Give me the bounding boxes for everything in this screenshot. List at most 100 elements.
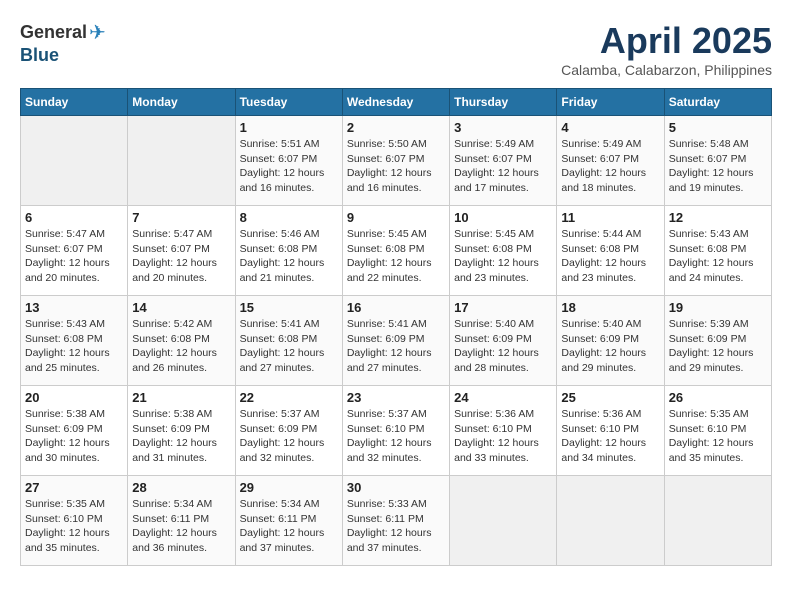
calendar-cell	[21, 116, 128, 206]
calendar-cell: 25 Sunrise: 5:36 AM Sunset: 6:10 PM Dayli…	[557, 386, 664, 476]
day-info: Sunrise: 5:37 AM Sunset: 6:09 PM Dayligh…	[240, 407, 338, 466]
day-number: 7	[132, 210, 230, 225]
calendar-cell: 17 Sunrise: 5:40 AM Sunset: 6:09 PM Dayli…	[450, 296, 557, 386]
day-number: 21	[132, 390, 230, 405]
day-number: 15	[240, 300, 338, 315]
day-number: 3	[454, 120, 552, 135]
calendar-table: SundayMondayTuesdayWednesdayThursdayFrid…	[20, 88, 772, 566]
calendar-week-row: 27Sunrise: 5:35 AM Sunset: 6:10 PM Dayli…	[21, 476, 772, 566]
day-number: 17	[454, 300, 552, 315]
day-number: 13	[25, 300, 123, 315]
calendar-cell: 24 Sunrise: 5:36 AM Sunset: 6:10 PM Dayli…	[450, 386, 557, 476]
day-info: Sunrise: 5:43 AM Sunset: 6:08 PM Dayligh…	[669, 227, 767, 286]
location: Calamba, Calabarzon, Philippines	[561, 62, 772, 78]
weekday-header-saturday: Saturday	[664, 89, 771, 116]
day-number: 20	[25, 390, 123, 405]
day-info: Sunrise: 5:37 AM Sunset: 6:10 PM Dayligh…	[347, 407, 445, 466]
day-number: 16	[347, 300, 445, 315]
day-number: 5	[669, 120, 767, 135]
day-info: Sunrise: 5:43 AM Sunset: 6:08 PM Dayligh…	[25, 317, 123, 376]
calendar-cell	[664, 476, 771, 566]
day-number: 19	[669, 300, 767, 315]
calendar-cell: 26 Sunrise: 5:35 AM Sunset: 6:10 PM Dayli…	[664, 386, 771, 476]
calendar-cell: 16 Sunrise: 5:41 AM Sunset: 6:09 PM Dayli…	[342, 296, 449, 386]
calendar-cell	[450, 476, 557, 566]
calendar-cell: 8 Sunrise: 5:46 AM Sunset: 6:08 PM Daylig…	[235, 206, 342, 296]
day-info: Sunrise: 5:42 AM Sunset: 6:08 PM Dayligh…	[132, 317, 230, 376]
calendar-cell: 12Sunrise: 5:43 AM Sunset: 6:08 PM Dayli…	[664, 206, 771, 296]
day-info: Sunrise: 5:39 AM Sunset: 6:09 PM Dayligh…	[669, 317, 767, 376]
weekday-header-friday: Friday	[557, 89, 664, 116]
logo-blue-text: Blue	[20, 45, 59, 66]
day-number: 22	[240, 390, 338, 405]
calendar-cell: 13 Sunrise: 5:43 AM Sunset: 6:08 PM Dayli…	[21, 296, 128, 386]
day-number: 14	[132, 300, 230, 315]
calendar-cell: 3 Sunrise: 5:49 AM Sunset: 6:07 PM Daylig…	[450, 116, 557, 206]
day-info: Sunrise: 5:46 AM Sunset: 6:08 PM Dayligh…	[240, 227, 338, 286]
day-number: 1	[240, 120, 338, 135]
day-info: Sunrise: 5:51 AM Sunset: 6:07 PM Dayligh…	[240, 137, 338, 196]
calendar-cell: 29Sunrise: 5:34 AM Sunset: 6:11 PM Dayli…	[235, 476, 342, 566]
day-info: Sunrise: 5:41 AM Sunset: 6:09 PM Dayligh…	[347, 317, 445, 376]
calendar-header-row: SundayMondayTuesdayWednesdayThursdayFrid…	[21, 89, 772, 116]
calendar-cell: 30 Sunrise: 5:33 AM Sunset: 6:11 PM Dayli…	[342, 476, 449, 566]
day-number: 18	[561, 300, 659, 315]
calendar-cell	[557, 476, 664, 566]
day-number: 25	[561, 390, 659, 405]
calendar-cell: 27Sunrise: 5:35 AM Sunset: 6:10 PM Dayli…	[21, 476, 128, 566]
day-number: 29	[240, 480, 338, 495]
title-area: April 2025 Calamba, Calabarzon, Philippi…	[561, 20, 772, 78]
day-number: 24	[454, 390, 552, 405]
day-number: 27	[25, 480, 123, 495]
day-number: 10	[454, 210, 552, 225]
calendar-cell: 15 Sunrise: 5:41 AM Sunset: 6:08 PM Dayli…	[235, 296, 342, 386]
day-info: Sunrise: 5:33 AM Sunset: 6:11 PM Dayligh…	[347, 497, 445, 556]
day-info: Sunrise: 5:41 AM Sunset: 6:08 PM Dayligh…	[240, 317, 338, 376]
calendar-cell: 10 Sunrise: 5:45 AM Sunset: 6:08 PM Dayli…	[450, 206, 557, 296]
calendar-cell: 2 Sunrise: 5:50 AM Sunset: 6:07 PM Daylig…	[342, 116, 449, 206]
day-number: 8	[240, 210, 338, 225]
calendar-cell: 20 Sunrise: 5:38 AM Sunset: 6:09 PM Dayli…	[21, 386, 128, 476]
day-info: Sunrise: 5:45 AM Sunset: 6:08 PM Dayligh…	[454, 227, 552, 286]
day-info: Sunrise: 5:36 AM Sunset: 6:10 PM Dayligh…	[454, 407, 552, 466]
day-info: Sunrise: 5:49 AM Sunset: 6:07 PM Dayligh…	[454, 137, 552, 196]
day-info: Sunrise: 5:50 AM Sunset: 6:07 PM Dayligh…	[347, 137, 445, 196]
weekday-header-thursday: Thursday	[450, 89, 557, 116]
day-info: Sunrise: 5:40 AM Sunset: 6:09 PM Dayligh…	[561, 317, 659, 376]
calendar-cell: 1 Sunrise: 5:51 AM Sunset: 6:07 PM Daylig…	[235, 116, 342, 206]
day-number: 9	[347, 210, 445, 225]
day-number: 28	[132, 480, 230, 495]
calendar-cell: 23 Sunrise: 5:37 AM Sunset: 6:10 PM Dayli…	[342, 386, 449, 476]
day-info: Sunrise: 5:38 AM Sunset: 6:09 PM Dayligh…	[25, 407, 123, 466]
calendar-week-row: 20 Sunrise: 5:38 AM Sunset: 6:09 PM Dayli…	[21, 386, 772, 476]
calendar-cell: 14 Sunrise: 5:42 AM Sunset: 6:08 PM Dayli…	[128, 296, 235, 386]
day-info: Sunrise: 5:44 AM Sunset: 6:08 PM Dayligh…	[561, 227, 659, 286]
day-info: Sunrise: 5:47 AM Sunset: 6:07 PM Dayligh…	[25, 227, 123, 286]
day-info: Sunrise: 5:36 AM Sunset: 6:10 PM Dayligh…	[561, 407, 659, 466]
day-number: 30	[347, 480, 445, 495]
calendar-cell: 6 Sunrise: 5:47 AM Sunset: 6:07 PM Daylig…	[21, 206, 128, 296]
weekday-header-monday: Monday	[128, 89, 235, 116]
calendar-week-row: 1 Sunrise: 5:51 AM Sunset: 6:07 PM Daylig…	[21, 116, 772, 206]
day-number: 4	[561, 120, 659, 135]
day-number: 2	[347, 120, 445, 135]
calendar-cell: 19 Sunrise: 5:39 AM Sunset: 6:09 PM Dayli…	[664, 296, 771, 386]
day-info: Sunrise: 5:40 AM Sunset: 6:09 PM Dayligh…	[454, 317, 552, 376]
calendar-cell: 7Sunrise: 5:47 AM Sunset: 6:07 PM Daylig…	[128, 206, 235, 296]
day-number: 23	[347, 390, 445, 405]
calendar-cell: 11Sunrise: 5:44 AM Sunset: 6:08 PM Dayli…	[557, 206, 664, 296]
month-title: April 2025	[561, 20, 772, 62]
calendar-cell	[128, 116, 235, 206]
calendar-cell: 21Sunrise: 5:38 AM Sunset: 6:09 PM Dayli…	[128, 386, 235, 476]
day-number: 26	[669, 390, 767, 405]
weekday-header-sunday: Sunday	[21, 89, 128, 116]
day-number: 6	[25, 210, 123, 225]
calendar-cell: 22 Sunrise: 5:37 AM Sunset: 6:09 PM Dayli…	[235, 386, 342, 476]
day-info: Sunrise: 5:35 AM Sunset: 6:10 PM Dayligh…	[669, 407, 767, 466]
calendar-cell: 5 Sunrise: 5:48 AM Sunset: 6:07 PM Daylig…	[664, 116, 771, 206]
day-info: Sunrise: 5:48 AM Sunset: 6:07 PM Dayligh…	[669, 137, 767, 196]
weekday-header-wednesday: Wednesday	[342, 89, 449, 116]
day-info: Sunrise: 5:34 AM Sunset: 6:11 PM Dayligh…	[132, 497, 230, 556]
logo: General ✈ Blue	[20, 20, 106, 66]
calendar-week-row: 6 Sunrise: 5:47 AM Sunset: 6:07 PM Daylig…	[21, 206, 772, 296]
